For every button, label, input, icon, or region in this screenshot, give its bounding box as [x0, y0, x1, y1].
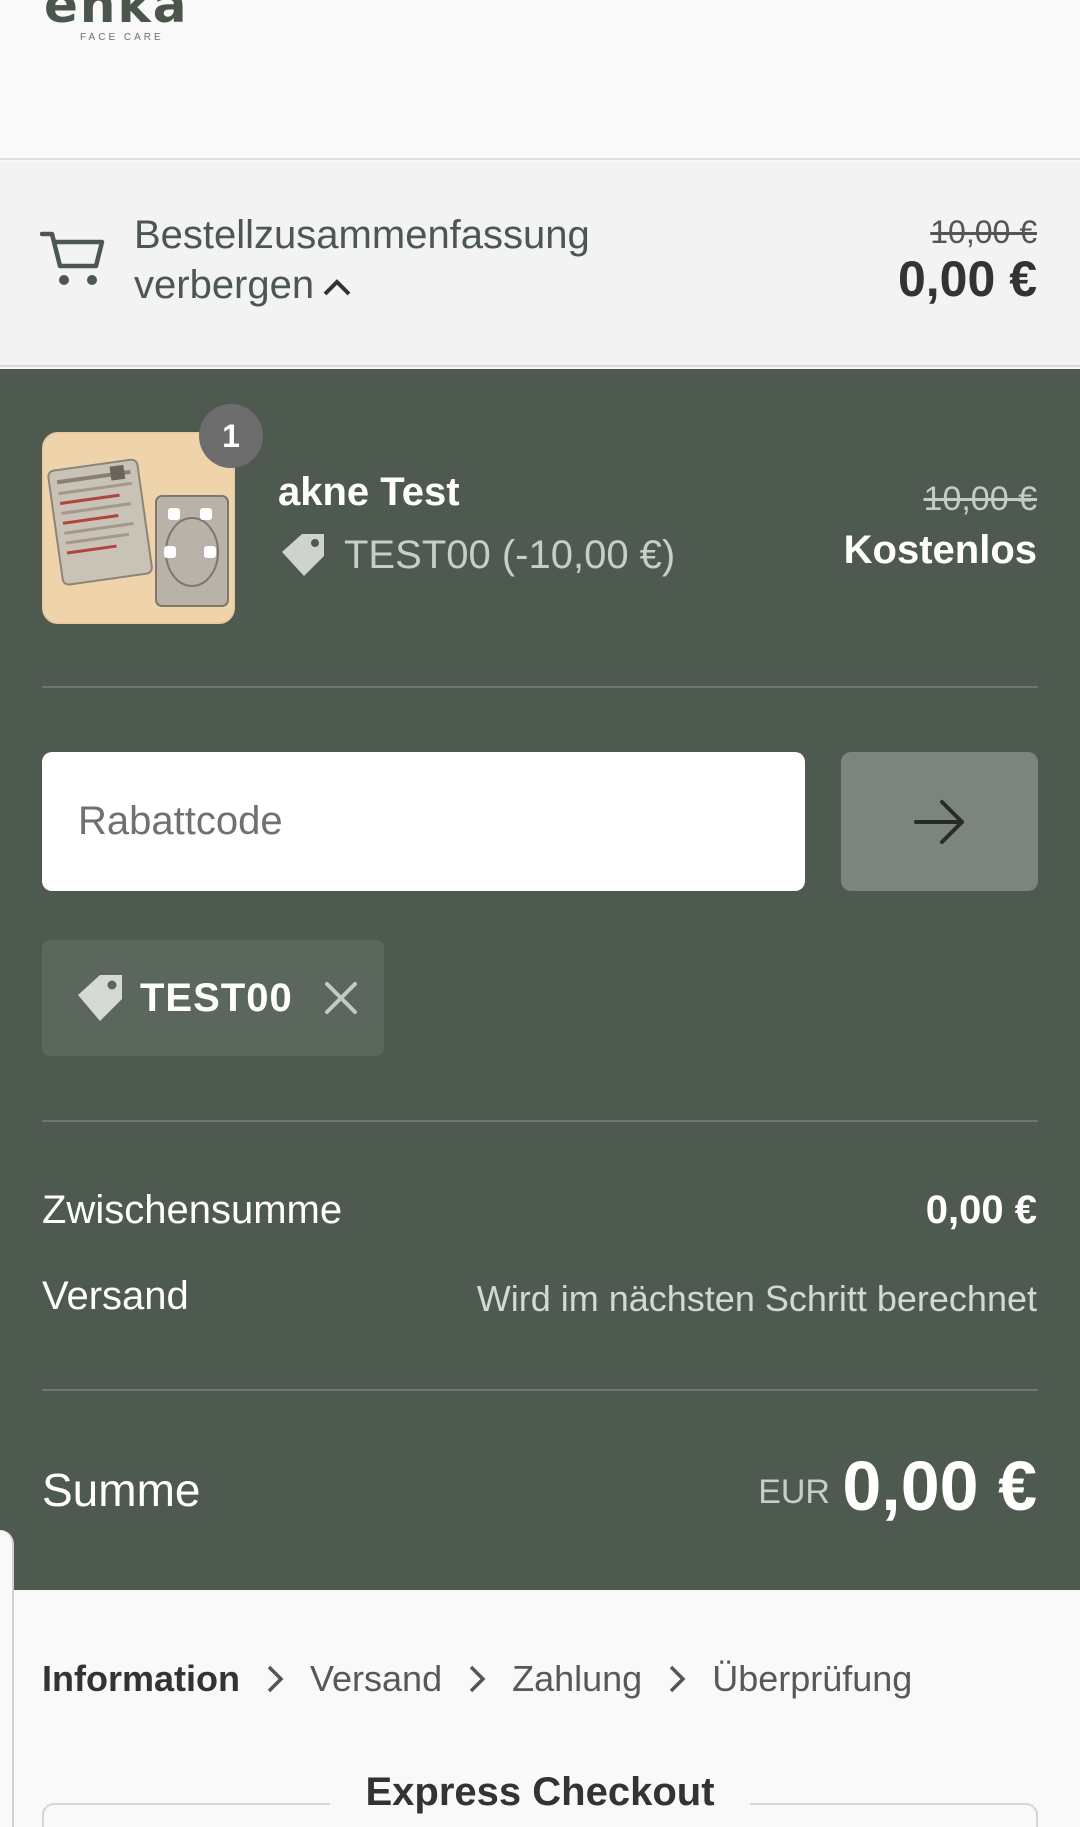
summary-toggle-label[interactable]: Bestellzusammenfassung verbergen: [134, 210, 654, 310]
product-name: akne Test: [278, 470, 460, 514]
discount-code-input[interactable]: [42, 752, 805, 891]
side-edge: [0, 1530, 14, 1827]
line-item-price: Kostenlos: [843, 528, 1037, 572]
subtotal-label: Zwischensumme: [42, 1188, 343, 1232]
cart-icon: [40, 231, 105, 285]
arrow-right-icon: [913, 799, 964, 844]
brand-logo[interactable]: enka FACE CARE: [44, 0, 189, 43]
summary-total-price: 0,00 €: [897, 251, 1037, 307]
divider: [42, 1120, 1038, 1122]
chevron-right-icon: [266, 1664, 284, 1694]
total-label: Summe: [42, 1464, 201, 1516]
subtotal-value: 0,00 €: [925, 1188, 1037, 1232]
close-icon[interactable]: [323, 980, 359, 1016]
site-header: enka FACE CARE: [0, 0, 1080, 160]
line-item-discount: TEST00 (-10,00 €): [278, 532, 675, 578]
total-value: 0,00 €: [842, 1447, 1037, 1525]
divider: [42, 686, 1038, 688]
product-image: [44, 434, 233, 622]
shipping-label: Versand: [42, 1274, 189, 1318]
chevron-right-icon: [468, 1664, 486, 1694]
summary-toggle-text: Bestellzusammenfassung verbergen: [134, 213, 590, 307]
breadcrumb-zahlung[interactable]: Zahlung: [512, 1658, 642, 1700]
tag-icon: [282, 534, 324, 576]
line-item-original-price: 10,00 €: [923, 480, 1037, 518]
applied-discount-chip: TEST00: [42, 940, 384, 1056]
tag-icon: [78, 975, 122, 1021]
line-item-discount-text: TEST00 (-10,00 €): [344, 532, 676, 577]
applied-discount-code: TEST00: [140, 975, 293, 1020]
breadcrumb-versand[interactable]: Versand: [310, 1658, 442, 1700]
product-thumbnail: [42, 432, 235, 624]
chevron-right-icon: [668, 1664, 686, 1694]
breadcrumb-information: Information: [42, 1658, 240, 1699]
apply-discount-button[interactable]: [841, 752, 1038, 891]
express-checkout-title: Express Checkout: [330, 1770, 750, 1827]
breadcrumb: Information Versand Zahlung Überprüfung: [42, 1658, 912, 1700]
chevron-up-icon: [323, 279, 351, 296]
summary-original-price: 10,00 €: [930, 214, 1037, 250]
breadcrumb-ueberpruefung[interactable]: Überprüfung: [712, 1658, 912, 1700]
quantity-badge: 1: [199, 404, 263, 468]
brand-tagline: FACE CARE: [80, 32, 164, 43]
divider: [42, 1389, 1038, 1391]
shipping-value: Wird im nächsten Schritt berechnet: [476, 1278, 1037, 1319]
currency-code: EUR: [758, 1473, 830, 1511]
brand-name: enka: [44, 0, 189, 34]
